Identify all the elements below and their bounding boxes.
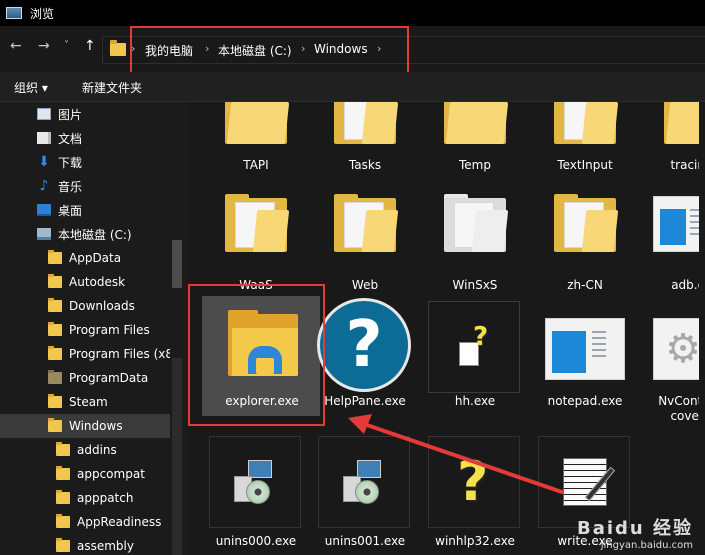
new-folder-button[interactable]: 新建文件夹 [82, 79, 142, 96]
folder-icon [48, 322, 62, 336]
pictures-icon [37, 108, 51, 120]
folder-icon [56, 466, 70, 480]
sidebar-item-documents[interactable]: 文档 [0, 126, 170, 150]
sidebar-item-program-files-x86[interactable]: Program Files (x8 [0, 342, 173, 366]
folder-waas[interactable]: WaaS [206, 188, 306, 298]
folder-temp[interactable]: Temp [425, 102, 525, 178]
folder-icon [48, 394, 62, 408]
title-bar: 浏览 [0, 0, 705, 26]
sidebar-item-appreadiness[interactable]: AppReadiness [0, 510, 170, 534]
explorer-annotation-box [188, 284, 325, 426]
folder-icon [48, 370, 62, 384]
file-winhlp32-exe[interactable]: ? winhlp32.exe [425, 436, 525, 548]
folder-icon [56, 538, 70, 552]
sidebar-item-appcompat[interactable]: appcompat [0, 462, 170, 486]
command-bar: 组织 ▾ 新建文件夹 [0, 72, 705, 102]
folder-icon [48, 346, 62, 360]
installer-icon [234, 460, 274, 508]
file-notepad-exe[interactable]: notepad.exe [535, 296, 635, 416]
help-document-icon: ? [428, 301, 520, 393]
folder-icon [110, 40, 126, 56]
download-icon: ⬇ [38, 154, 50, 170]
forward-arrow-icon[interactable]: → [38, 38, 50, 54]
folder-tracing[interactable]: tracin [645, 102, 705, 178]
sidebar-scrollbar-track-lower[interactable] [172, 358, 182, 555]
folder-icon [554, 194, 619, 252]
sidebar-item-autodesk[interactable]: Autodesk [0, 270, 170, 294]
file-hh-exe[interactable]: ? hh.exe [425, 296, 525, 416]
desktop-icon [37, 204, 51, 216]
sidebar-item-addins[interactable]: addins [0, 438, 170, 462]
music-icon: ♪ [39, 178, 49, 194]
sidebar-item-local-disk[interactable]: 本地磁盘 (C:) [0, 222, 170, 246]
sidebar-item-desktop[interactable]: 桌面 [0, 198, 170, 222]
folder-icon [48, 418, 62, 432]
folder-icon [334, 194, 399, 252]
folder-icon [225, 194, 290, 252]
sidebar-item-apppatch[interactable]: apppatch [0, 486, 170, 510]
back-arrow-icon[interactable]: ← [10, 38, 22, 54]
folder-web[interactable]: Web [315, 188, 415, 298]
sidebar-item-windows[interactable]: Windows [0, 414, 170, 438]
folder-icon [225, 102, 290, 144]
sidebar-item-programdata[interactable]: ProgramData [0, 366, 170, 390]
folder-tapi[interactable]: TAPI [206, 102, 306, 178]
sidebar-item-pictures[interactable]: 图片 [0, 102, 170, 126]
folder-icon [56, 442, 70, 456]
recent-locations-icon[interactable]: ˅ [64, 38, 69, 54]
sidebar-item-downloads-folder[interactable]: Downloads [0, 294, 170, 318]
drive-icon [37, 228, 51, 240]
folder-icon [334, 102, 399, 144]
up-arrow-icon[interactable]: ↑ [84, 38, 96, 54]
folder-icon [48, 274, 62, 288]
sidebar-item-music[interactable]: ♪ 音乐 [0, 174, 170, 198]
help-icon: ? [317, 298, 411, 392]
sidebar-scrollbar-thumb[interactable] [172, 240, 182, 288]
folder-icon [48, 298, 62, 312]
folder-icon [56, 490, 70, 504]
sidebar-item-program-files[interactable]: Program Files [0, 318, 170, 342]
file-unins001-exe[interactable]: unins001.exe [315, 436, 415, 548]
navigation-pane: 图片 文档 ⬇ 下载 ♪ 音乐 桌面 本地磁盘 (C:) AppData Autod… [0, 102, 188, 555]
folder-icon [48, 250, 62, 264]
sidebar-item-appdata[interactable]: AppData [0, 246, 170, 270]
file-nvcontainer-recovery[interactable]: ⚙ NvContai covery. [645, 296, 705, 423]
folder-icon [444, 102, 509, 144]
baidu-watermark: Baidu 经验 jingyan.baidu.com [576, 518, 693, 551]
folder-winsxs[interactable]: WinSxS [425, 188, 525, 298]
folder-textinput[interactable]: TextInput [535, 102, 635, 178]
window-title: 浏览 [30, 6, 55, 21]
folder-icon [56, 514, 70, 528]
window-icon [6, 7, 22, 19]
file-unins000-exe[interactable]: unins000.exe [206, 436, 306, 548]
file-adb-exe[interactable]: adb.e [645, 188, 705, 298]
file-helppane-exe[interactable]: ? HelpPane.exe [315, 296, 415, 416]
folder-icon [444, 194, 509, 252]
file-view-scrollbar[interactable] [699, 102, 705, 555]
application-icon [653, 196, 705, 252]
sidebar-item-assembly[interactable]: assembly [0, 534, 170, 555]
sidebar-item-steam[interactable]: Steam [0, 390, 170, 414]
folder-icon [554, 102, 619, 144]
folder-tasks[interactable]: Tasks [315, 102, 415, 178]
question-mark-icon: ? [457, 450, 489, 513]
breadcrumb-annotation-box [130, 26, 409, 74]
installer-icon [343, 460, 383, 508]
notepad-icon [545, 318, 625, 380]
sidebar-item-downloads[interactable]: ⬇ 下载 [0, 150, 170, 174]
organize-button[interactable]: 组织 ▾ [14, 79, 48, 96]
gear-icon: ⚙ [653, 318, 705, 380]
documents-icon [37, 132, 51, 144]
folder-zh-cn[interactable]: zh-CN [535, 188, 635, 298]
